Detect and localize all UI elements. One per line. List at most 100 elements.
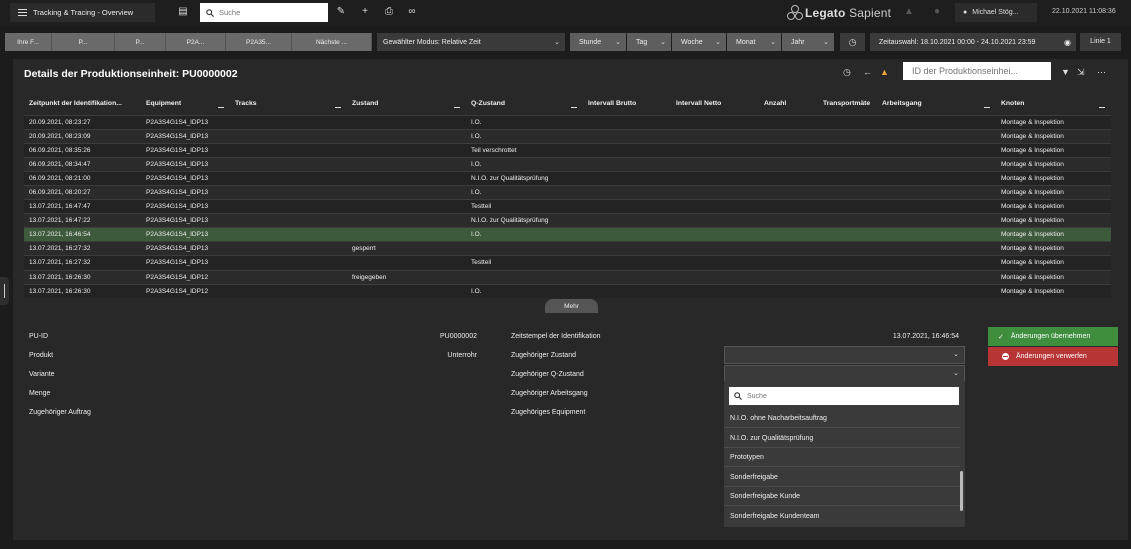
mode-select[interactable]: Gewählter Modus: Relative Zeit ⌄	[377, 33, 565, 51]
column-header[interactable]: Knoten	[996, 93, 1111, 115]
dropdown-option[interactable]: Sonderfreigabe	[724, 468, 960, 487]
dropdown-search[interactable]	[729, 387, 959, 405]
table-cell: 13.07.2021, 16:47:22	[24, 213, 141, 228]
current-datetime: 22.10.2021 11:08:36	[1052, 8, 1116, 15]
table-cell	[230, 170, 347, 186]
table-row[interactable]: 13.07.2021, 16:26:30 P2A3S4G1S4_IDP12 frei…	[24, 269, 1111, 285]
table-cell: 06.09.2021, 08:21:00	[24, 170, 141, 186]
tab-p2a35[interactable]: P2A35...	[226, 33, 292, 51]
table-cell	[818, 213, 877, 228]
book-icon[interactable]: ▤	[176, 5, 190, 19]
app-menu-button[interactable]: Tracking & Tracing - Overview	[10, 3, 155, 22]
dropdown-option[interactable]: N.I.O. zur Qualitätsprüfung	[724, 429, 960, 448]
user-menu[interactable]: ● Michael Stög...	[955, 3, 1037, 22]
column-header[interactable]: Intervall Netto	[671, 93, 759, 115]
time-unit-jahr[interactable]: Jahr ⌄	[782, 33, 834, 51]
column-header[interactable]: Equipment	[141, 93, 230, 115]
table-row[interactable]: 20.09.2021, 08:23:09 P2A3S4G1S4_IDP13 I.O.…	[24, 128, 1111, 144]
history-button[interactable]: ◷	[840, 33, 865, 51]
filter-icon[interactable]: ▼	[1061, 67, 1070, 77]
link-icon[interactable]: ∞	[405, 5, 419, 19]
detail-value-zeitstempel: 13.07.2021, 16:46:54	[892, 333, 959, 340]
print-icon[interactable]: ⎙	[382, 5, 396, 19]
column-menu-icon[interactable]	[335, 106, 341, 108]
production-unit-id-search[interactable]	[903, 62, 1051, 80]
column-menu-icon[interactable]	[218, 106, 224, 108]
table-cell	[818, 227, 877, 242]
table-row[interactable]: 13.07.2021, 16:46:54 P2A3S4G1S4_IDP13 I.O.…	[24, 227, 1111, 242]
eye-icon[interactable]: ◉	[1064, 38, 1071, 47]
column-menu-icon[interactable]	[984, 106, 990, 108]
dropdown-option[interactable]: Sonderfreigabe Kundenteam	[724, 507, 960, 526]
column-header[interactable]: Arbeitsgang	[877, 93, 996, 115]
tab-p1[interactable]: P...	[52, 33, 115, 51]
warning-icon[interactable]: ▲	[880, 67, 889, 77]
table-cell	[347, 184, 466, 200]
column-header[interactable]: Anzahl	[759, 93, 818, 115]
line-selector[interactable]: Linie 1	[1080, 33, 1121, 51]
production-unit-id-input[interactable]	[903, 62, 1051, 80]
time-range-selector[interactable]: Zeitauswahl: 18.10.2021 00:00 - 24.10.20…	[870, 33, 1076, 51]
dropdown-option[interactable]: Prototypen	[724, 448, 960, 467]
history-icon[interactable]: ◷	[843, 67, 851, 78]
table-row[interactable]: 13.07.2021, 16:47:22 P2A3S4G1S4_IDP13 N.I.…	[24, 213, 1111, 228]
dropdown-option[interactable]: Sonderfreigabe Kunde	[724, 487, 960, 506]
time-unit-stunde[interactable]: Stunde ⌄	[570, 33, 626, 51]
column-header[interactable]: Transportmäte	[818, 93, 877, 115]
time-unit-monat[interactable]: Monat ⌄	[727, 33, 781, 51]
alert-icon[interactable]: ▲	[902, 5, 916, 19]
table-cell	[877, 283, 996, 299]
expand-icon[interactable]: ⇲	[1077, 67, 1085, 78]
tab-naechste[interactable]: Nächste ...	[292, 33, 372, 51]
more-options-icon[interactable]: ⋯	[1097, 67, 1106, 78]
table-cell: Montage & Inspektion	[996, 114, 1111, 130]
table-cell	[759, 255, 818, 271]
mode-label: Gewählter Modus: Relative Zeit	[383, 38, 481, 46]
dropdown-search-input[interactable]	[747, 392, 947, 400]
dropdown-scrollbar[interactable]	[960, 471, 963, 511]
table-cell	[230, 184, 347, 200]
column-header[interactable]: Q-Zustand	[466, 93, 583, 115]
back-arrow-icon[interactable]: ←	[863, 67, 872, 77]
edit-icon[interactable]: ✎	[334, 5, 348, 19]
add-icon[interactable]: +	[358, 5, 372, 19]
table-cell	[583, 255, 671, 271]
table-cell: 20.09.2021, 08:23:27	[24, 114, 141, 130]
global-search[interactable]	[200, 3, 328, 22]
time-unit-woche[interactable]: Woche ⌄	[672, 33, 726, 51]
table-row[interactable]: 06.09.2021, 08:21:00 P2A3S4G1S4_IDP13 N.I.…	[24, 170, 1111, 186]
column-menu-icon[interactable]	[571, 106, 577, 108]
column-menu-icon[interactable]	[454, 106, 460, 108]
apply-changes-button[interactable]: ✓ Änderungen übernehmen	[988, 327, 1118, 346]
column-header[interactable]: Intervall Brutto	[583, 93, 671, 115]
table-row[interactable]: 13.07.2021, 16:26:30 P2A3S4G1S4_IDP12 I.O.…	[24, 283, 1111, 299]
dropdown-option[interactable]: N.I.O. ohne Nacharbeitsauftrag	[724, 409, 960, 428]
tab-ihre-filter[interactable]: Ihre F...	[5, 33, 52, 51]
hamburger-icon	[18, 9, 27, 16]
discard-changes-button[interactable]: Änderungen verwerfen	[988, 347, 1118, 366]
side-panel-handle[interactable]	[0, 277, 9, 305]
column-header[interactable]: Zeitpunkt der Identifikation...	[24, 93, 141, 115]
table-row[interactable]: 06.09.2021, 08:20:27 P2A3S4G1S4_IDP13 I.O.…	[24, 184, 1111, 200]
notification-bell-icon[interactable]: ●	[930, 5, 944, 19]
table-row[interactable]: 13.07.2021, 16:27:32 P2A3S4G1S4_IDP13 gesp…	[24, 241, 1111, 256]
more-button[interactable]: Mehr	[545, 299, 598, 313]
table-row[interactable]: 13.07.2021, 16:27:32 P2A3S4G1S4_IDP13 Test…	[24, 255, 1111, 271]
column-header[interactable]: Zustand	[347, 93, 466, 115]
table-cell	[671, 213, 759, 228]
time-unit-tag[interactable]: Tag ⌄	[627, 33, 671, 51]
table-row[interactable]: 13.07.2021, 16:47:47 P2A3S4G1S4_IDP13 Test…	[24, 199, 1111, 214]
tab-p2a[interactable]: P2A...	[166, 33, 226, 51]
detail-label-produkt: Produkt	[29, 352, 54, 359]
tab-p2[interactable]: P...	[115, 33, 166, 51]
table-cell: P2A3S4G1S4_IDP13	[141, 184, 230, 200]
table-row[interactable]: 06.09.2021, 08:34:47 P2A3S4G1S4_IDP13 I.O.…	[24, 156, 1111, 172]
global-search-input[interactable]	[219, 8, 319, 17]
table-row[interactable]: 06.09.2021, 08:35:26 P2A3S4G1S4_IDP13 Teil…	[24, 142, 1111, 158]
table-row[interactable]: 20.09.2021, 08:23:27 P2A3S4G1S4_IDP13 I.O.…	[24, 114, 1111, 130]
column-header[interactable]: Tracks	[230, 93, 347, 115]
zustand-select[interactable]: ⌄	[724, 346, 965, 364]
table-cell: 13.07.2021, 16:27:32	[24, 255, 141, 271]
column-menu-icon[interactable]	[1099, 106, 1105, 108]
detail-label-q-zustand: Zugehöriger Q-Zustand	[511, 371, 584, 378]
